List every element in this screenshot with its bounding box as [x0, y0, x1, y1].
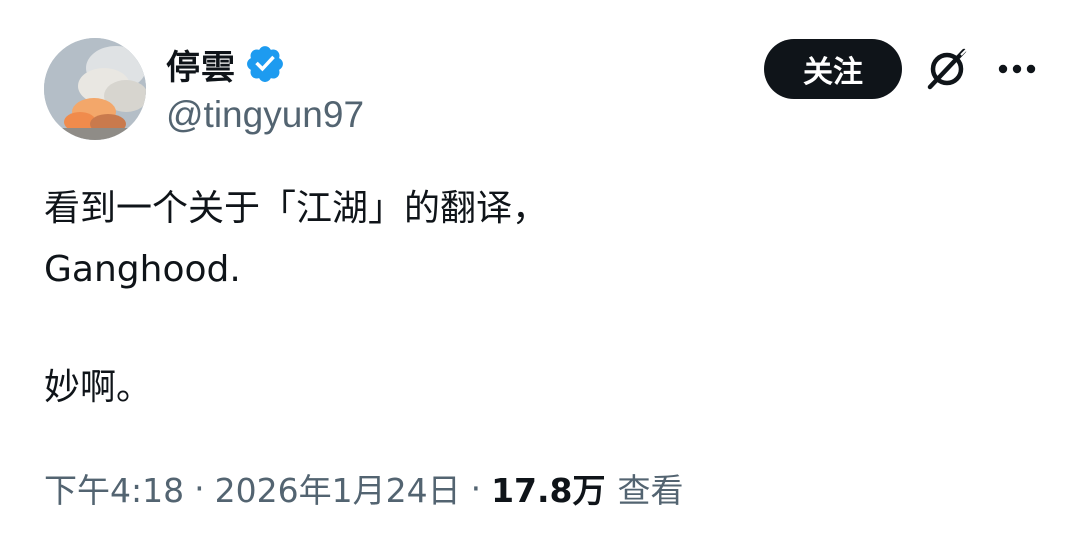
avatar[interactable]: [44, 38, 146, 140]
name-row: 停雲: [166, 40, 364, 88]
tweet-date[interactable]: 2026年1月24日: [215, 464, 461, 512]
tweet-line: 妙啊。: [44, 367, 153, 408]
grok-icon[interactable]: [920, 42, 974, 96]
tweet-text: 看到一个关于「江湖」的翻译， Ganghood. 妙啊。: [44, 178, 1034, 418]
tweet-line: 看到一个关于「江湖」的翻译，: [44, 188, 549, 229]
views-count[interactable]: 17.8万: [491, 464, 605, 512]
display-name[interactable]: 停雲: [166, 40, 236, 89]
verified-badge-icon: [244, 43, 286, 85]
avatar-image: [44, 38, 146, 140]
author-handle[interactable]: @tingyun97: [166, 92, 364, 138]
follow-button[interactable]: 关注: [764, 39, 902, 99]
tweet-line: Ganghood.: [44, 249, 241, 290]
meta-separator: ·: [470, 468, 482, 508]
meta-separator: ·: [194, 468, 205, 508]
author-identity: 停雲 @tingyun97: [166, 40, 364, 138]
tweet-header: 停雲 @tingyun97 关注: [44, 38, 1044, 142]
views-label[interactable]: 查看: [618, 464, 684, 512]
tweet-time[interactable]: 下午4:18: [44, 464, 184, 512]
tweet-meta: 下午4:18 · 2026年1月24日 · 17.8万 查看: [44, 465, 684, 511]
more-options-icon[interactable]: [992, 44, 1042, 94]
